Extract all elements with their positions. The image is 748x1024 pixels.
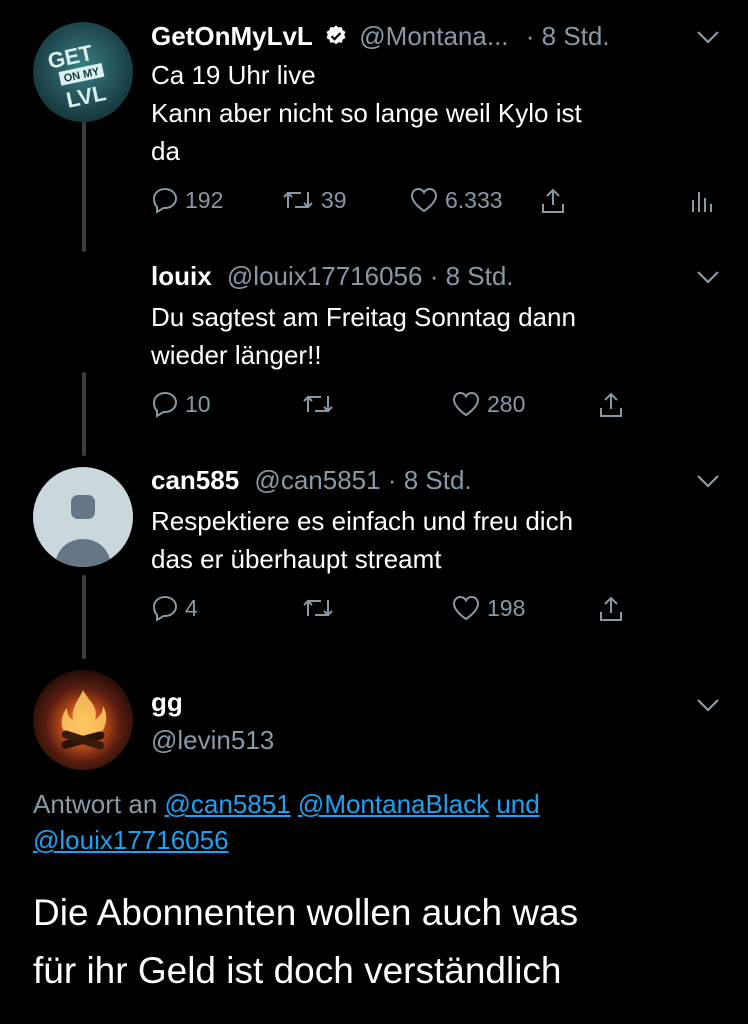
like-button[interactable]: 6.333 <box>409 186 503 214</box>
tweet-text-line: da <box>151 136 180 166</box>
reply-count: 10 <box>185 390 211 417</box>
author-name[interactable]: gg <box>151 686 183 718</box>
chevron-down-icon[interactable] <box>696 698 720 712</box>
display-name[interactable]: louix <box>151 261 212 291</box>
tweet-text: Du sagtest am Freitag Sonntag dann wiede… <box>151 298 711 374</box>
avatar[interactable]: GET ON MY LVL <box>33 22 133 122</box>
reply-prefix: Antwort an <box>33 789 158 819</box>
tweet-text: Ca 19 Uhr live Kann aber nicht so lange … <box>151 56 711 170</box>
handle[interactable]: @louix17716056 <box>227 261 423 291</box>
reply-icon <box>152 391 178 418</box>
timestamp[interactable]: · 8 Std. <box>388 465 472 495</box>
like-button[interactable]: 280 <box>451 390 525 418</box>
tweet-header: GetOnMyLvL @Montana... · 8 Std. <box>151 20 610 55</box>
analytics-icon <box>692 192 712 212</box>
default-profile-icon <box>55 495 111 567</box>
retweet-icon <box>303 599 333 617</box>
like-count: 6.333 <box>445 186 503 213</box>
like-count: 198 <box>487 594 526 621</box>
verified-badge-icon <box>324 23 348 55</box>
mention-link[interactable]: @MontanaBlack <box>298 789 489 819</box>
chevron-down-icon[interactable] <box>696 30 720 44</box>
display-name[interactable]: GetOnMyLvL <box>151 21 313 51</box>
like-button[interactable]: 198 <box>451 594 525 622</box>
share-button[interactable] <box>597 390 625 420</box>
display-name[interactable]: can585 <box>151 465 239 495</box>
thread-line <box>82 575 86 659</box>
reply-context: Antwort an @can5851 @MontanaBlack und @l… <box>33 786 713 858</box>
share-icon <box>542 188 564 213</box>
timestamp[interactable]: · 8 Std. <box>526 21 610 51</box>
tweet-text-line: Ca 19 Uhr live <box>151 60 316 90</box>
retweet-button[interactable] <box>301 390 341 418</box>
reply-button[interactable]: 4 <box>151 594 198 622</box>
tweet-text-line: Kann aber nicht so lange weil Kylo ist <box>151 98 582 128</box>
reply-icon <box>152 595 178 622</box>
svg-text:LVL: LVL <box>64 80 108 113</box>
tweet-text-line: Respektiere es einfach und freu dich <box>151 506 574 536</box>
retweet-button[interactable] <box>301 594 341 622</box>
thread-line <box>82 120 86 252</box>
avatar[interactable] <box>33 264 133 364</box>
heart-icon <box>452 595 480 621</box>
share-icon <box>600 392 622 417</box>
retweet-button[interactable]: 39 <box>281 186 347 214</box>
heart-icon <box>452 391 480 417</box>
logo-icon: GET ON MY LVL <box>45 40 108 113</box>
like-count: 280 <box>487 390 526 417</box>
tweet-text-line: wieder länger!! <box>151 340 322 370</box>
reply-button[interactable]: 10 <box>151 390 211 418</box>
avatar[interactable] <box>33 670 133 770</box>
mention-link[interactable]: @can5851 <box>165 789 291 819</box>
reply-joiner[interactable]: und <box>496 789 539 819</box>
reply-button[interactable]: 192 <box>151 186 223 214</box>
retweet-count: 39 <box>321 186 347 213</box>
timestamp[interactable]: · 8 Std. <box>430 261 514 291</box>
reply-count: 192 <box>185 186 224 213</box>
share-button[interactable] <box>597 594 625 624</box>
tweet-actions: 10 280 <box>151 390 631 424</box>
thread-line <box>82 372 86 456</box>
tweet-text-line: für ihr Geld ist doch verständlich <box>33 950 562 991</box>
tweet-actions: 4 198 <box>151 594 631 628</box>
tweet-text-line: Die Abonnenten wollen auch was <box>33 892 579 933</box>
avatar[interactable] <box>33 467 133 567</box>
main-tweet-text: Die Abonnenten wollen auch was für ihr G… <box>33 884 723 1000</box>
heart-icon <box>410 187 438 213</box>
tweet-text: Respektiere es einfach und freu dich das… <box>151 502 711 578</box>
mention-link[interactable]: @louix17716056 <box>33 825 229 855</box>
handle[interactable]: @Montana... <box>359 21 508 51</box>
handle[interactable]: @can5851 <box>254 465 380 495</box>
retweet-icon <box>283 191 313 209</box>
reply-icon <box>152 187 178 214</box>
tweet-header: louix @louix17716056 · 8 Std. <box>151 260 514 292</box>
tweet-actions: 192 39 6.333 <box>151 186 721 220</box>
share-button[interactable] <box>539 186 567 216</box>
share-icon <box>600 596 622 621</box>
fire-icon <box>61 690 107 750</box>
author-handle[interactable]: @levin513 <box>151 724 274 756</box>
chevron-down-icon[interactable] <box>696 474 720 488</box>
analytics-button[interactable] <box>689 186 713 214</box>
tweet-header: can585 @can5851 · 8 Std. <box>151 464 472 496</box>
chevron-down-icon[interactable] <box>696 270 720 284</box>
tweet-text-line: das er überhaupt streamt <box>151 544 442 574</box>
tweet-text-line: Du sagtest am Freitag Sonntag dann <box>151 302 576 332</box>
retweet-icon <box>303 395 333 413</box>
reply-count: 4 <box>185 594 198 621</box>
